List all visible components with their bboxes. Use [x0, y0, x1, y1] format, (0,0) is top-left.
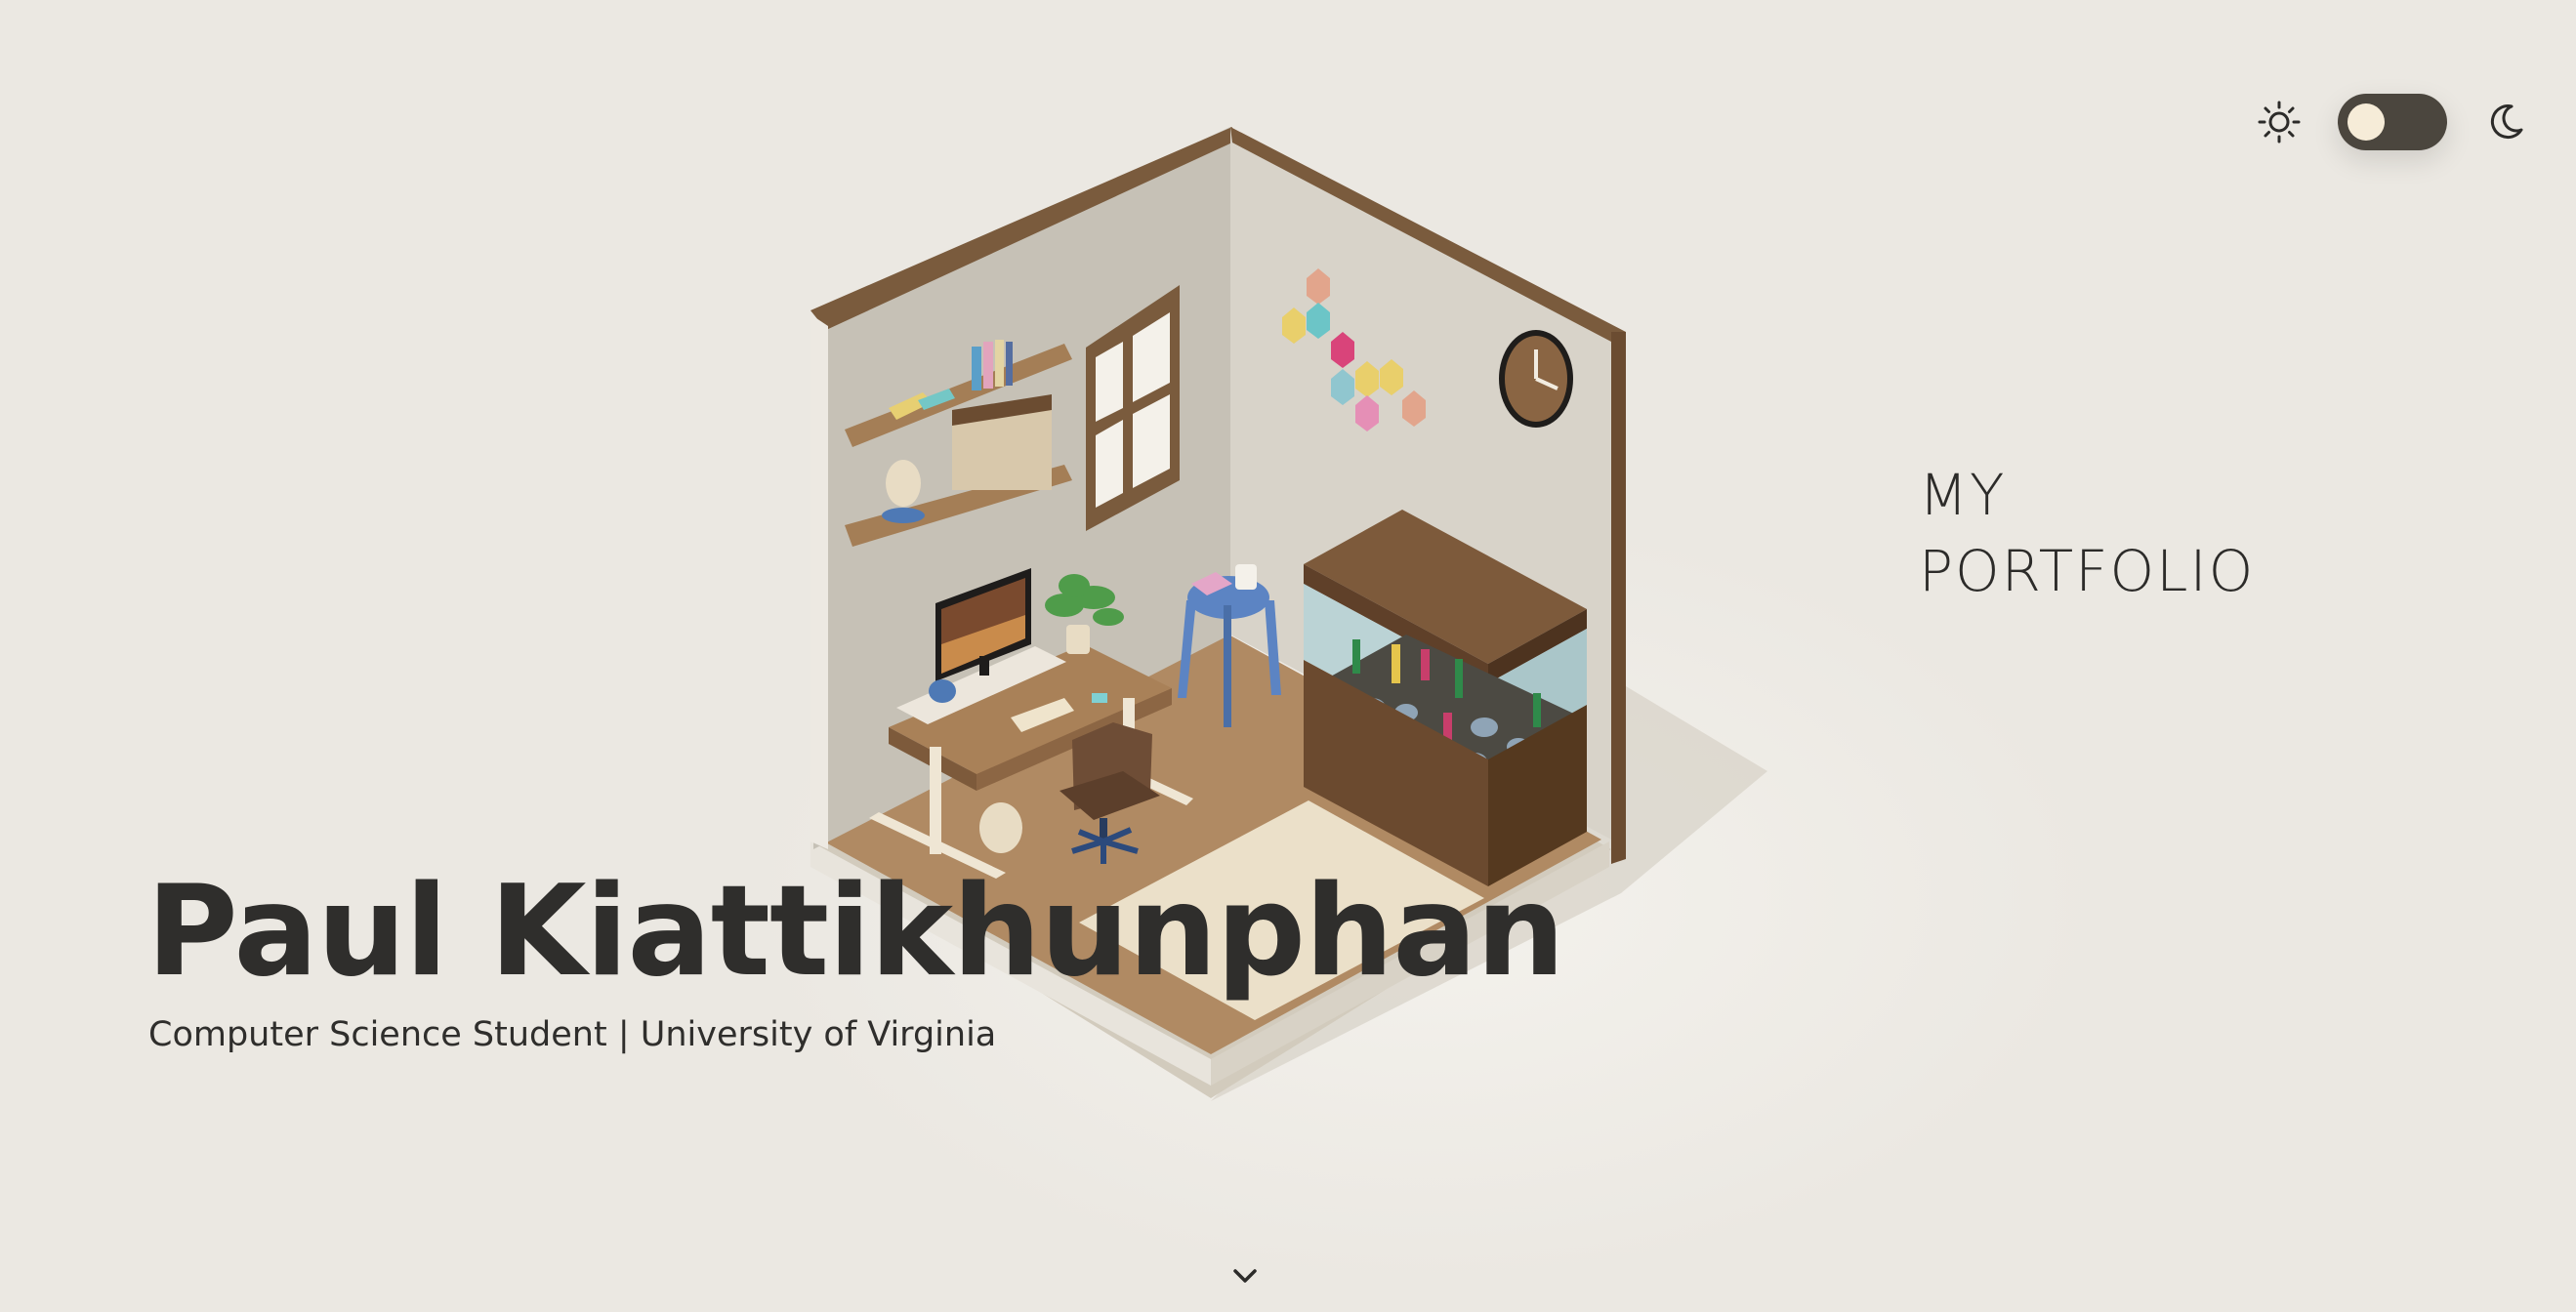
desk-lamp — [886, 460, 921, 507]
side-table-mug — [1235, 564, 1257, 590]
chevron-down-icon[interactable] — [1227, 1261, 1263, 1291]
isometric-room-illustration[interactable] — [0, 0, 2576, 1312]
shelf-bowl — [882, 508, 925, 523]
book-2 — [983, 342, 993, 389]
plant-pot — [1066, 625, 1090, 654]
hero-subtitle: Computer Science Student | University of… — [148, 1015, 997, 1054]
sticky-note — [1092, 693, 1107, 703]
book-4 — [1006, 342, 1013, 386]
mug — [929, 679, 956, 703]
chair-stem — [1100, 818, 1107, 840]
my-portfolio-heading: MY PORTFOLIO — [1919, 457, 2255, 609]
right-wall-end — [1611, 332, 1626, 864]
side-table-leg-back — [1224, 605, 1231, 727]
book-3 — [995, 340, 1004, 387]
hero-name: Paul Kiattikhunphan — [146, 859, 1565, 1004]
theme-toggle-knob — [2347, 103, 2385, 141]
theme-toggle-switch[interactable] — [2338, 94, 2447, 150]
theme-toggle — [2256, 94, 2529, 150]
aquarium-coral-yellow — [1392, 644, 1400, 683]
under-desk-bin — [979, 802, 1022, 853]
left-wall-end — [810, 314, 828, 849]
sun-icon[interactable] — [2256, 99, 2303, 145]
book-1 — [972, 347, 981, 390]
portfolio-line-1: MY — [1919, 462, 2007, 528]
portfolio-line-2: PORTFOLIO — [1919, 538, 2256, 604]
monitor-stand — [979, 656, 989, 676]
moon-icon[interactable] — [2482, 99, 2529, 145]
